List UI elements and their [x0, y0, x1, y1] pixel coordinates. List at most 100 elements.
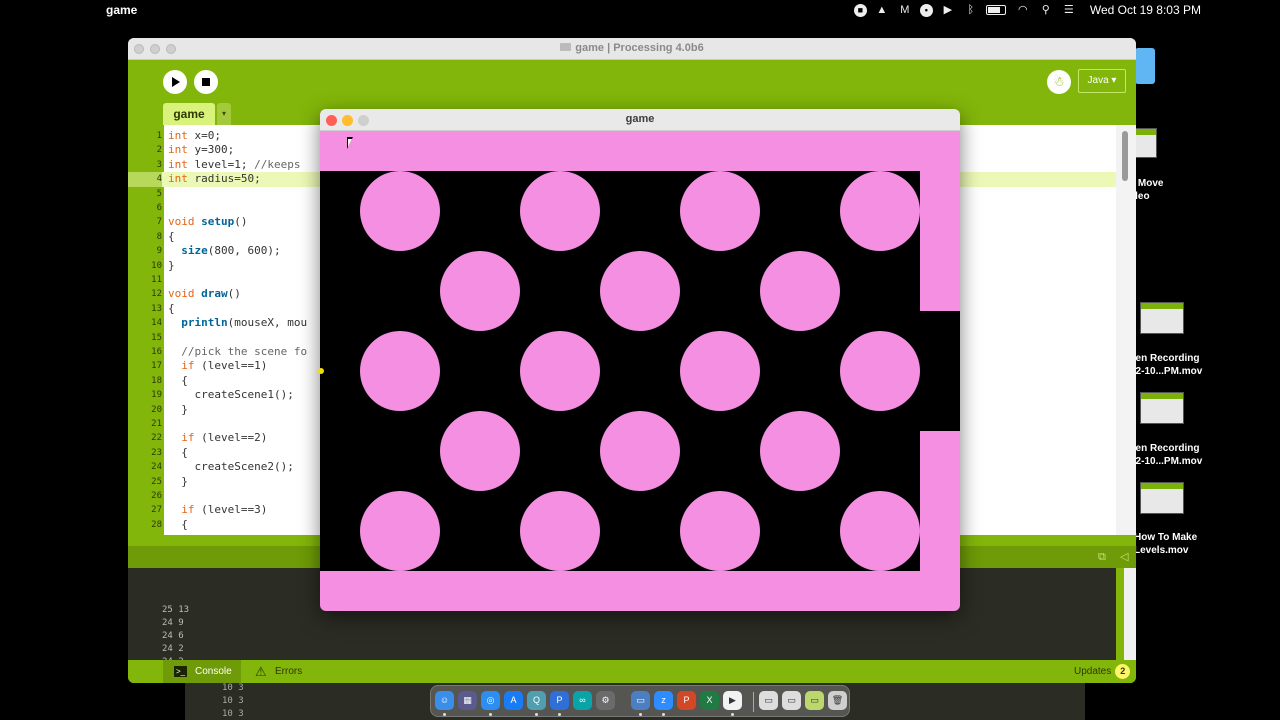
excel-icon[interactable]: X: [700, 691, 719, 710]
pink-circle-obstacle: [520, 171, 600, 251]
code-text: createScene2();: [168, 460, 293, 474]
code-token: (level==3): [194, 503, 268, 517]
record-stop-icon[interactable]: ■: [853, 3, 867, 17]
pink-circle-obstacle: [520, 331, 600, 411]
recent-video-icon[interactable]: ▭: [805, 691, 824, 710]
line-number: 7: [156, 217, 162, 228]
stack-folder-icon[interactable]: ▭: [759, 691, 778, 710]
code-text: createScene1();: [168, 388, 293, 402]
editor-scrollbar-thumb[interactable]: [1122, 131, 1128, 181]
copy-console-icon[interactable]: ⧉: [1098, 551, 1110, 563]
line-number: 18: [151, 375, 162, 386]
line-number: 8: [156, 231, 162, 242]
mode-selector[interactable]: Java ▾: [1078, 69, 1126, 93]
top-wall: [320, 131, 960, 171]
mouse-cursor-fill: [348, 139, 356, 147]
editor-scrollbar[interactable]: [1116, 125, 1136, 535]
ide-window-title: game | Processing 4.0b6: [128, 42, 1136, 54]
console-tab[interactable]: >_ Console: [163, 660, 241, 683]
desktop-video-thumbnail[interactable]: [1140, 392, 1184, 424]
code-token: int: [168, 129, 188, 142]
code-token: radius=50;: [194, 172, 261, 186]
desktop-video-thumbnail[interactable]: [1140, 302, 1184, 334]
desktop-video-thumbnail[interactable]: [1133, 128, 1157, 158]
code-text: int y=300;: [168, 143, 234, 157]
preview-icon[interactable]: ▭: [631, 691, 650, 710]
desktop-video-thumbnail[interactable]: [1140, 482, 1184, 514]
code-text: }: [168, 403, 188, 417]
running-indicator: [489, 713, 492, 716]
processing-app-icon[interactable]: P: [550, 691, 569, 710]
line-number: 12: [151, 289, 162, 300]
debugger-button[interactable]: ☃: [1047, 70, 1071, 94]
code-token: y=300;: [194, 143, 235, 157]
control-center-icon[interactable]: ☰: [1061, 3, 1077, 17]
tab-menu-button[interactable]: ▾: [217, 103, 231, 125]
collapse-console-icon[interactable]: ◁: [1120, 551, 1132, 563]
desktop-item-label[interactable]: d Move ideo: [1129, 177, 1189, 203]
line-number: 17: [151, 361, 162, 372]
line-number: 6: [156, 203, 162, 213]
code-text: {: [168, 446, 188, 460]
trash-icon[interactable]: 🗑: [828, 691, 847, 710]
code-token: void: [168, 287, 195, 301]
media-player-icon[interactable]: ▶: [723, 691, 742, 710]
battery-icon[interactable]: [985, 5, 1006, 15]
console-scrollbar[interactable]: [1124, 568, 1136, 660]
code-token: {: [168, 229, 175, 243]
ide-title-bar[interactable]: game | Processing 4.0b6: [128, 38, 1136, 60]
line-number: 22: [151, 433, 162, 444]
code-token: {: [168, 373, 188, 387]
spotlight-search-icon[interactable]: ⚲: [1038, 3, 1054, 17]
app-menu-name[interactable]: game: [106, 3, 137, 17]
bottom-wall: [320, 571, 960, 611]
safari-icon[interactable]: ◎: [481, 691, 500, 710]
stack-folder-icon[interactable]: ▭: [782, 691, 801, 710]
code-text: {: [168, 302, 175, 316]
sketch-window[interactable]: game: [320, 109, 960, 611]
arduino-icon[interactable]: ∞: [573, 691, 592, 710]
errors-tab[interactable]: ⚠ Errors: [255, 660, 302, 683]
code-token: if: [181, 359, 195, 373]
pink-circle-obstacle: [840, 171, 920, 251]
code-token: void: [168, 215, 195, 229]
line-number: 14: [151, 318, 162, 329]
desktop-item-label[interactable]: een Recording 22-10...PM.mov: [1130, 352, 1230, 378]
finder-icon[interactable]: ☺: [435, 691, 454, 710]
sketch-canvas[interactable]: [320, 131, 960, 611]
bluetooth-icon[interactable]: ᛒ: [963, 3, 979, 17]
play-circle-icon[interactable]: ▶: [940, 3, 956, 17]
right-wall-lower: [920, 431, 960, 571]
powerpoint-icon[interactable]: P: [677, 691, 696, 710]
code-token: int: [168, 172, 188, 186]
code-token: println: [181, 316, 228, 330]
code-token: size: [181, 244, 208, 258]
running-indicator: [731, 713, 734, 716]
desktop-folder-icon[interactable]: [1135, 48, 1155, 84]
menu-clock[interactable]: Wed Oct 19 8:03 PM: [1090, 3, 1201, 17]
quicktime-icon[interactable]: Q: [527, 691, 546, 710]
upload-icon[interactable]: ▲: [874, 3, 890, 17]
desktop-item-label[interactable]: How To Make Levels.mov: [1134, 531, 1234, 557]
more-icon[interactable]: •: [919, 3, 933, 17]
run-button[interactable]: [163, 70, 187, 94]
malwarebytes-icon[interactable]: M: [897, 3, 913, 17]
line-number: 2: [156, 145, 162, 156]
app-store-icon[interactable]: A: [504, 691, 523, 710]
code-token: draw: [201, 287, 228, 301]
wifi-icon[interactable]: ◠: [1015, 3, 1031, 17]
system-settings-icon[interactable]: ⚙: [596, 691, 615, 710]
line-number: 23: [151, 447, 162, 458]
zoom-app-icon[interactable]: z: [654, 691, 673, 710]
tab-game[interactable]: game: [163, 103, 215, 125]
updates-button[interactable]: Updates 2: [1074, 660, 1131, 683]
code-token: (level==1): [194, 359, 268, 373]
sketch-title-bar[interactable]: game: [320, 109, 960, 131]
stop-button[interactable]: [194, 70, 218, 94]
launchpad-icon[interactable]: ▦: [458, 691, 477, 710]
pink-circle-obstacle: [520, 491, 600, 571]
code-text: }: [168, 475, 188, 489]
dock-separator: [753, 692, 754, 712]
desktop-item-label[interactable]: een Recording 22-10...PM.mov: [1130, 442, 1230, 468]
